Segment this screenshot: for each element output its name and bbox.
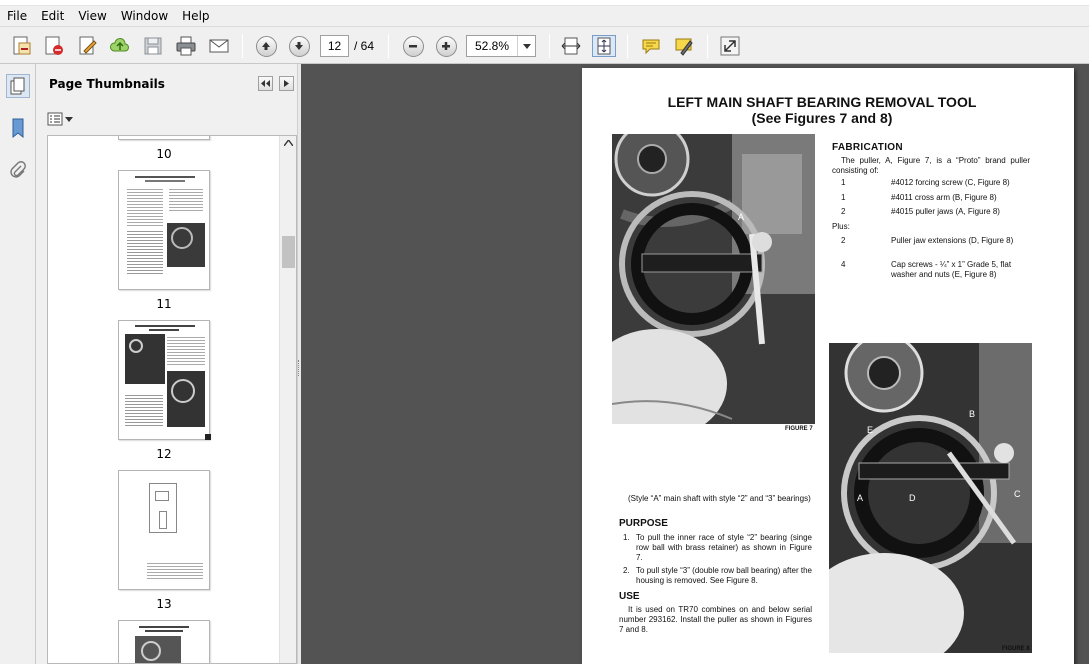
thumbnail-list[interactable]: 10 11 12 13 — [47, 135, 297, 664]
menu-edit[interactable]: Edit — [34, 6, 71, 26]
figure-7-caption: FIGURE 7 — [785, 426, 813, 432]
zoom-out-icon[interactable] — [401, 35, 425, 57]
thumbnails-panel: Page Thumbnails 10 11 12 13 — [36, 64, 300, 664]
thumbnail-options-button[interactable] — [47, 111, 73, 127]
attachment-icon[interactable] — [6, 158, 30, 182]
list-options-icon — [47, 112, 63, 126]
thumbnail-scrollbar[interactable] — [279, 136, 296, 663]
menu-file[interactable]: File — [0, 6, 34, 26]
fit-page-icon[interactable] — [592, 35, 616, 57]
save-icon[interactable] — [141, 35, 165, 57]
thumbnail-label: 12 — [156, 447, 172, 461]
zoom-input[interactable] — [467, 36, 517, 56]
collapse-panel-button[interactable] — [258, 76, 273, 91]
figure-8-label-b: B — [969, 409, 975, 419]
zoom-in-icon[interactable] — [434, 35, 458, 57]
use-heading: USE — [619, 591, 640, 602]
toolbar: / 64 — [0, 26, 1089, 64]
upload-cloud-icon[interactable] — [108, 35, 132, 57]
chevron-down-icon[interactable] — [517, 36, 535, 56]
highlight-icon[interactable] — [672, 35, 696, 57]
chevron-down-icon — [65, 116, 73, 122]
fabrication-intro: The puller, A, Figure 7, is a “Proto” br… — [832, 156, 1030, 175]
panel-title: Page Thumbnails — [49, 77, 165, 91]
email-icon[interactable] — [207, 35, 231, 57]
previous-page-icon[interactable] — [254, 35, 278, 57]
thumbnail-page-14[interactable] — [118, 620, 210, 663]
figure-8-label-a: A — [857, 493, 863, 503]
page-title: LEFT MAIN SHAFT BEARING REMOVAL TOOL — [667, 94, 977, 110]
expand-panel-button[interactable] — [279, 76, 294, 91]
expand-icon[interactable] — [718, 35, 742, 57]
menu-bar: File Edit View Window Help — [0, 6, 1089, 26]
current-page-marker — [205, 434, 211, 440]
document-page: LEFT MAIN SHAFT BEARING REMOVAL TOOL (Se… — [582, 68, 1074, 664]
menu-help[interactable]: Help — [175, 6, 216, 26]
figure-8-label-d: D — [909, 493, 916, 503]
next-page-icon[interactable] — [287, 35, 311, 57]
purpose-item: 2. To pull style “3” (double row ball bea… — [623, 566, 812, 585]
fabrication-heading: FABRICATION — [832, 142, 903, 153]
bookmark-icon[interactable] — [6, 116, 30, 140]
page-subtitle: (See Figures 7 and 8) — [751, 110, 893, 126]
edit-pdf-icon[interactable] — [76, 35, 100, 57]
menu-window[interactable]: Window — [114, 6, 175, 26]
plus-label: Plus: — [832, 222, 850, 231]
thumbnail-label: 11 — [156, 297, 172, 311]
fit-width-icon[interactable] — [559, 35, 583, 57]
purpose-item: 1. To pull the inner race of style “2” be… — [623, 533, 812, 562]
style-note: (Style “A” main shaft with style “2” and… — [628, 494, 811, 503]
thumbnail-page-13[interactable] — [118, 470, 210, 590]
navigation-rail — [0, 64, 36, 664]
menu-view[interactable]: View — [71, 6, 113, 26]
chevron-up-icon — [284, 140, 293, 146]
thumbnail-page-10[interactable] — [118, 136, 210, 140]
document-viewport[interactable]: LEFT MAIN SHAFT BEARING REMOVAL TOOL (Se… — [301, 64, 1089, 664]
figure-8-photo: B E A D C — [829, 343, 1032, 653]
thumbnail-page-12[interactable] — [118, 320, 210, 440]
figure-8-label-e: E — [867, 425, 873, 435]
figure-8-caption: FIGURE 8 — [1002, 646, 1030, 652]
use-text: It is used on TR70 combines on and below… — [619, 605, 812, 634]
page-thumbnails-icon[interactable] — [6, 74, 30, 98]
create-pdf-icon[interactable] — [10, 35, 34, 57]
scrollbar-thumb[interactable] — [282, 236, 295, 268]
convert-pdf-icon[interactable] — [42, 35, 66, 57]
figure-8-label-c: C — [1014, 489, 1021, 499]
print-icon[interactable] — [174, 35, 198, 57]
thumbnail-page-11[interactable] — [118, 170, 210, 290]
purpose-heading: PURPOSE — [619, 518, 668, 529]
page-total: / 64 — [354, 39, 375, 53]
comment-icon[interactable] — [639, 35, 663, 57]
page-number-input[interactable] — [320, 35, 349, 57]
thumbnail-label: 13 — [156, 597, 172, 611]
thumbnail-label: 10 — [156, 147, 172, 161]
figure-7-photo: A — [612, 134, 815, 424]
zoom-select[interactable] — [466, 35, 536, 57]
figure-7-label: A — [738, 212, 744, 222]
